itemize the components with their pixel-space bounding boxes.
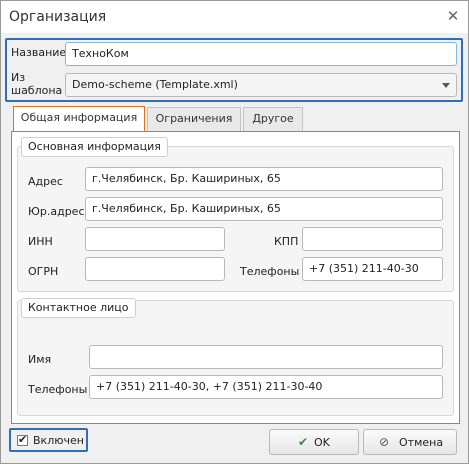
phones-input[interactable]: +7 (351) 211-40-30: [302, 257, 443, 281]
address-label: Адрес: [28, 175, 63, 188]
close-icon[interactable]: ✕: [445, 8, 461, 24]
chevron-down-icon: [442, 83, 450, 88]
ok-button[interactable]: ✔ OK: [269, 429, 359, 455]
check-icon: ✔: [18, 433, 28, 446]
cancel-button[interactable]: ⊘ Отмена: [363, 429, 457, 455]
name-label: Название: [11, 46, 67, 59]
template-select[interactable]: Demo-scheme (Template.xml): [65, 73, 457, 97]
contact-name-label: Имя: [28, 353, 52, 366]
tab-other[interactable]: Другое: [243, 107, 303, 131]
address-input[interactable]: г.Челябинск, Бр. Кашириных, 65: [85, 167, 443, 191]
dialog-title: Организация: [9, 9, 107, 25]
basic-info-legend: Основная информация: [21, 137, 168, 157]
kpp-input[interactable]: [302, 227, 443, 251]
organization-dialog: Организация ✕ Название ТехноКом Из шабло…: [0, 0, 469, 464]
cancel-button-label: Отмена: [399, 436, 444, 449]
header-fields: Название ТехноКом Из шаблона Demo-scheme…: [5, 38, 463, 102]
phones-label: Телефоны: [240, 265, 300, 278]
enabled-label: Включен: [33, 434, 84, 447]
tab-restrictions[interactable]: Ограничения: [147, 107, 241, 131]
ogrn-label: ОГРН: [28, 265, 59, 278]
kpp-label: КПП: [274, 235, 299, 248]
dialog-body: Название ТехноКом Из шаблона Demo-scheme…: [1, 33, 468, 463]
template-select-value: Demo-scheme (Template.xml): [72, 78, 238, 91]
contact-name-input[interactable]: [89, 345, 443, 369]
inn-input[interactable]: [85, 227, 225, 251]
name-input[interactable]: ТехноКом: [65, 42, 457, 66]
cancel-icon: ⊘: [378, 435, 390, 449]
enabled-checkbox[interactable]: ✔: [17, 433, 28, 446]
inn-label: ИНН: [28, 235, 53, 248]
ogrn-input[interactable]: [85, 257, 225, 281]
contact-phones-input[interactable]: +7 (351) 211-40-30, +7 (351) 211-30-40: [89, 375, 443, 399]
template-label-line2: шаблона: [11, 84, 63, 97]
contact-phones-label: Телефоны: [28, 383, 88, 396]
contact-group: Контактное лицо Имя Телефоны +7 (351) 21…: [17, 298, 454, 416]
check-icon: ✔: [297, 435, 309, 449]
legal-address-label: Юр.адрес: [28, 205, 85, 218]
basic-info-group: Основная информация Адрес г.Челябинск, Б…: [17, 137, 454, 292]
legal-address-input[interactable]: г.Челябинск, Бр. Кашириных, 65: [85, 197, 443, 221]
title-bar: Организация ✕: [1, 1, 468, 33]
enabled-checkbox-wrapper[interactable]: ✔ Включен: [9, 428, 88, 452]
general-tab-panel: Основная информация Адрес г.Челябинск, Б…: [11, 131, 460, 424]
ok-button-label: OK: [314, 436, 330, 449]
contact-legend: Контактное лицо: [21, 298, 136, 318]
tab-general[interactable]: Общая информация: [13, 106, 145, 132]
template-label-line1: Из: [11, 71, 26, 84]
